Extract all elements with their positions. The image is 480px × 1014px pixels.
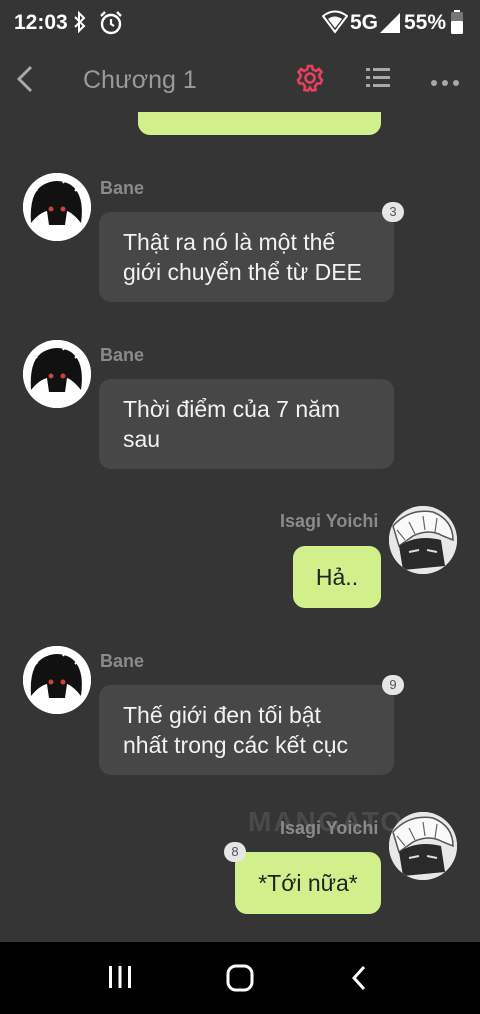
signal-icon [378,11,402,39]
system-nav-bar [0,942,480,1014]
comment-count-badge[interactable]: 9 [382,675,404,695]
avatar-isagi-yoichi[interactable] [389,812,457,880]
recent-apps-icon[interactable] [108,964,132,995]
sender-name: Bane [100,651,145,671]
wifi-icon [321,10,349,40]
status-time: 12:03 [14,11,68,34]
comment-count-badge[interactable]: 3 [382,202,404,222]
avatar-bane[interactable] [23,340,91,408]
sender-name: Isagi Yoichi [280,818,379,838]
chat-scroll-area[interactable]: MANGATO Bane Thật ra nó là một thế giới … [0,112,480,942]
chapter-list-icon[interactable] [364,64,392,97]
back-arrow-icon[interactable] [14,64,36,99]
sender-name: Isagi Yoichi [280,511,379,531]
message-bubble[interactable]: Thời điểm của 7 năm sau [99,379,394,469]
home-icon[interactable] [226,964,254,997]
message-bubble[interactable]: Thật ra nó là một thế giới chuyển thể từ… [99,212,394,302]
sender-name: Bane [100,345,145,365]
bluetooth-icon [72,10,88,40]
network-type: 5G [350,11,379,34]
avatar-bane[interactable] [23,173,91,241]
message-bubble[interactable]: Thế giới đen tối bật nhất trong các kết … [99,685,394,775]
settings-gear-icon[interactable] [296,64,324,97]
top-app-bar: Chương 1 [0,46,480,112]
sender-name: Bane [100,178,145,198]
more-options-icon[interactable] [430,74,460,92]
comment-count-badge[interactable]: 8 [224,842,246,862]
alarm-icon [98,10,124,42]
back-nav-icon[interactable] [350,964,368,997]
chapter-title: Chương 1 [83,66,197,94]
avatar-bane[interactable] [23,646,91,714]
partial-message-bubble [138,112,381,135]
status-bar: 12:03 5G 55% [0,0,480,46]
my-message-bubble[interactable]: *Tới nữa* [235,852,381,914]
battery-percent: 55% [404,11,447,34]
avatar-isagi-yoichi[interactable] [389,506,457,574]
battery-icon [451,10,463,40]
my-message-bubble[interactable]: Hả.. [293,546,381,608]
